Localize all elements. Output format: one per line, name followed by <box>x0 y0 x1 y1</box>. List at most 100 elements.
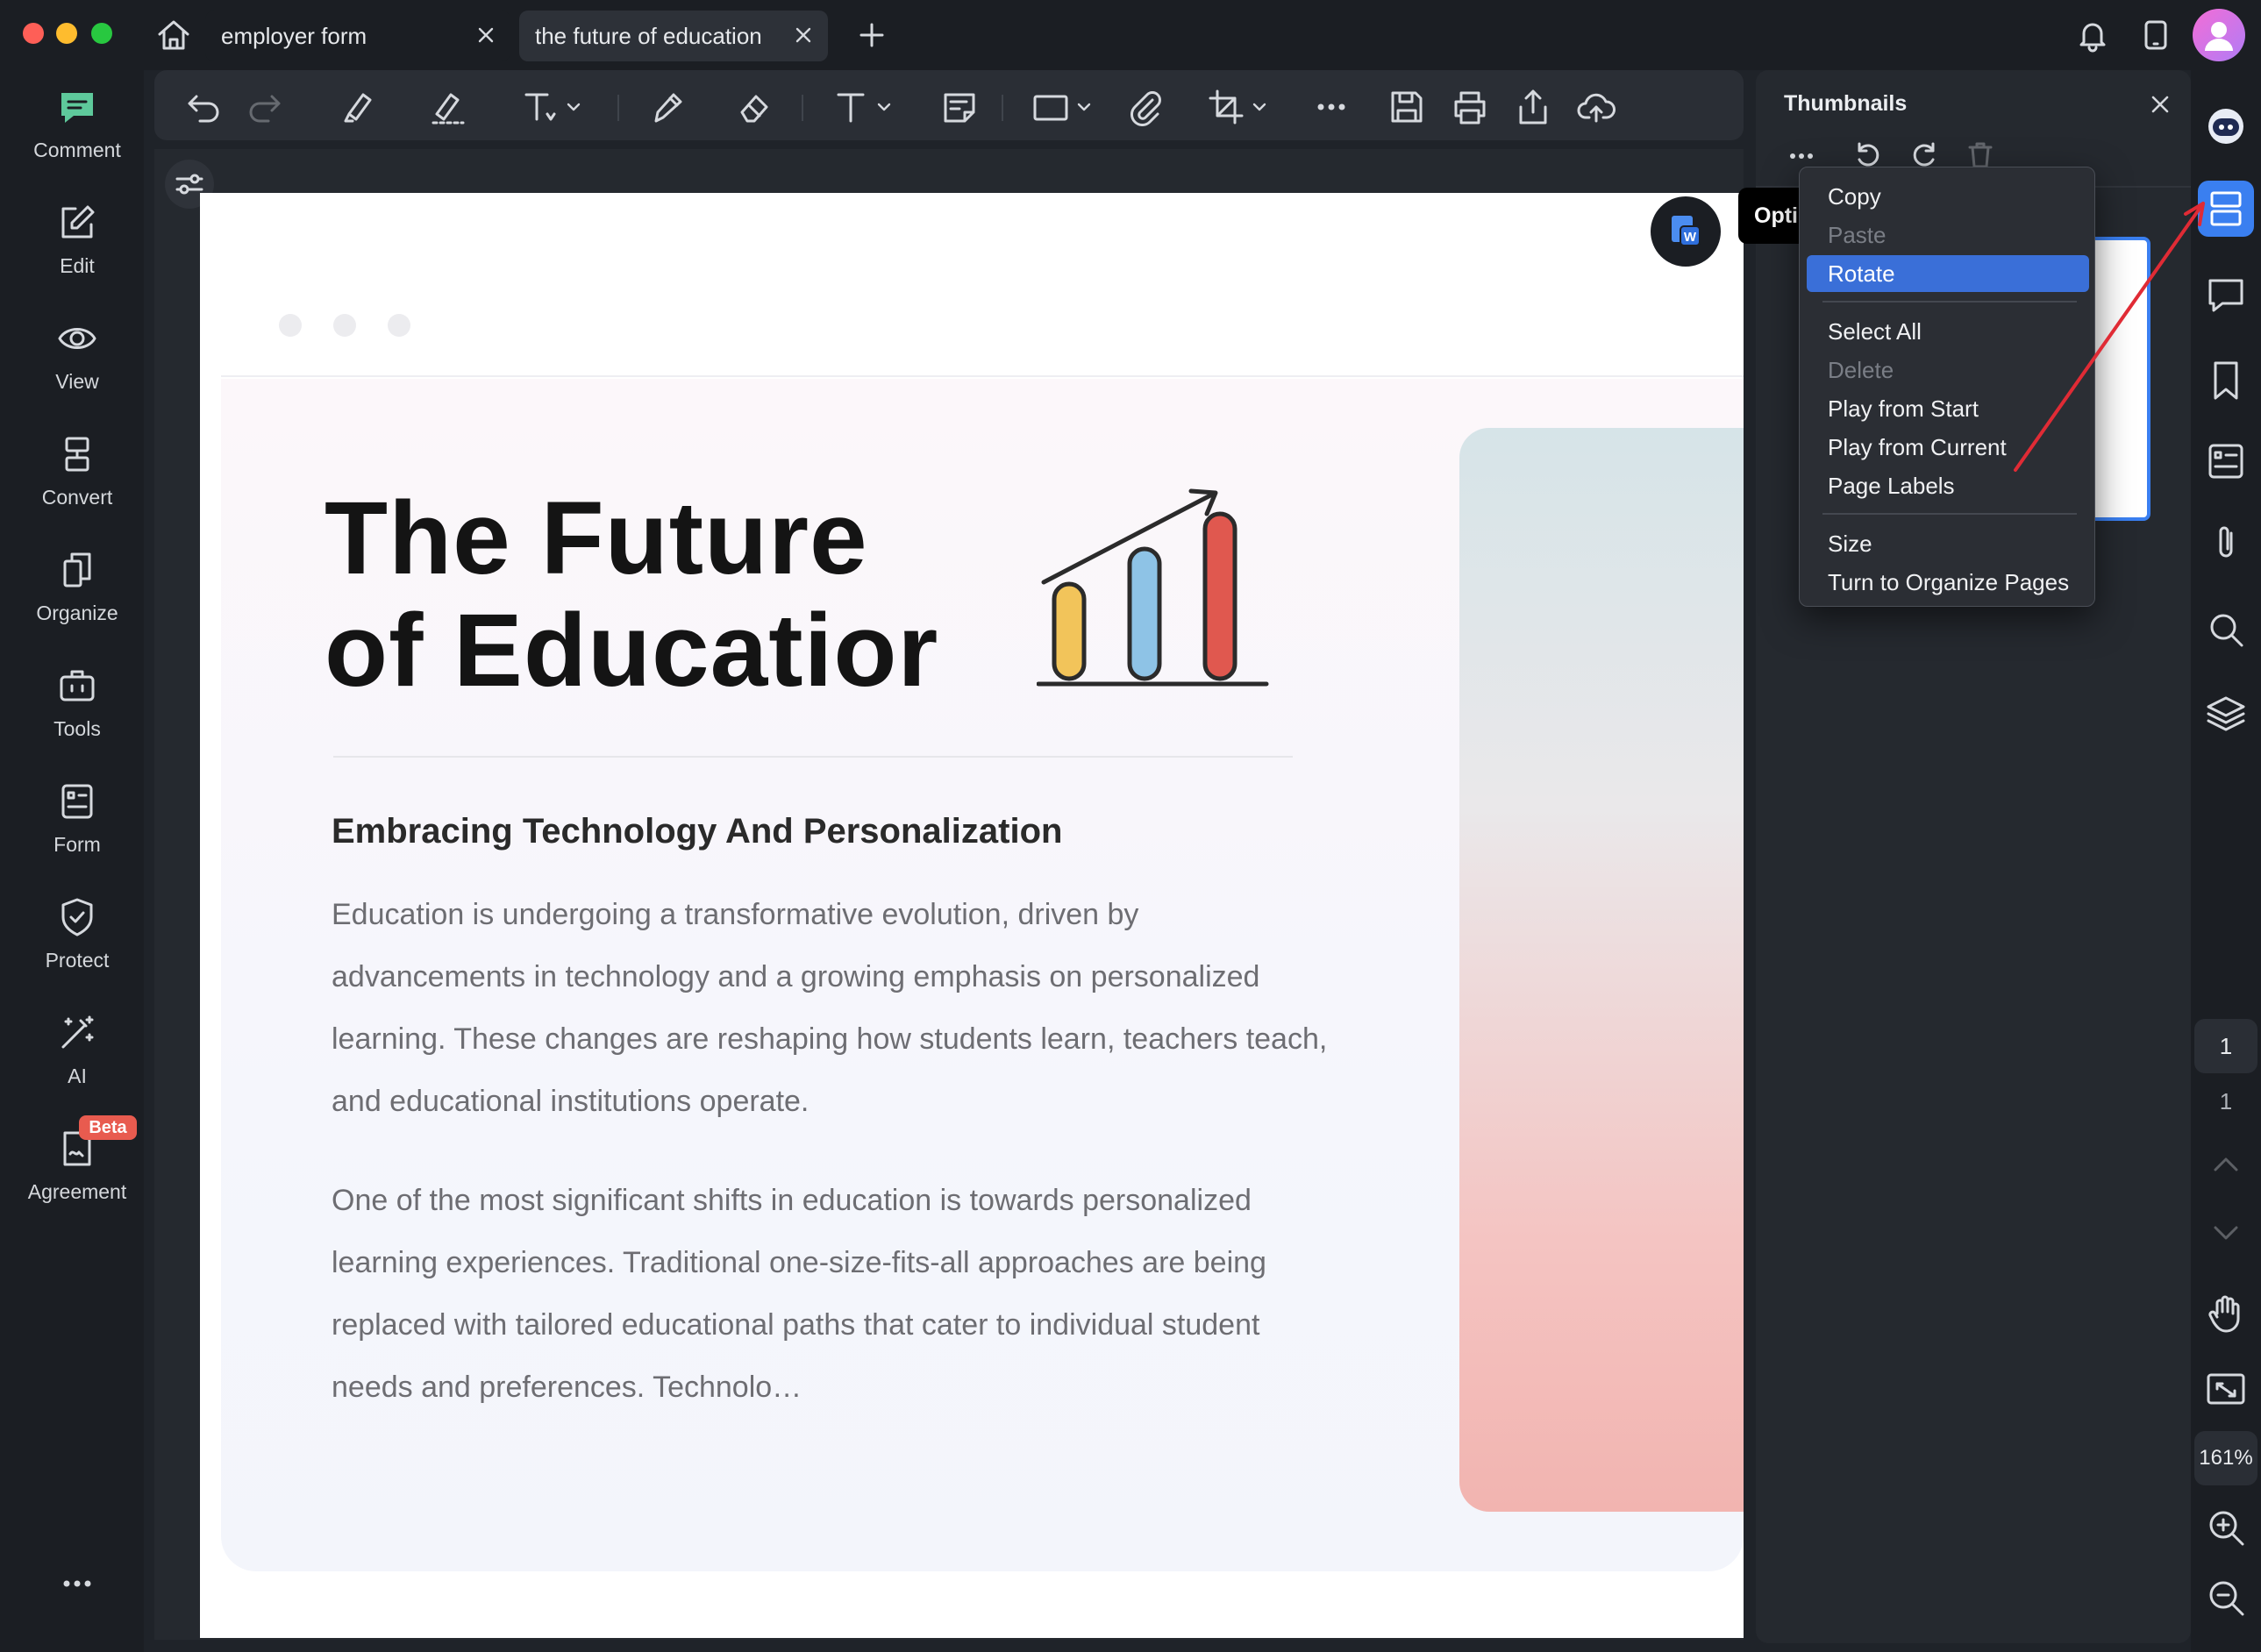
sidebar-item-label: Organize <box>36 602 118 624</box>
hero-image <box>1459 428 1744 1512</box>
toolbar <box>154 70 1744 140</box>
rotate-left-icon[interactable] <box>1852 139 1884 170</box>
zoom-window-button[interactable] <box>91 23 112 44</box>
attachments-icon[interactable] <box>2203 521 2249 566</box>
beta-badge: Beta <box>79 1115 137 1140</box>
chevron-down-icon[interactable] <box>1075 98 1093 116</box>
sidebar-item-protect[interactable]: Protect <box>0 880 154 986</box>
bar-chart-icon <box>1037 472 1273 691</box>
trash-icon[interactable] <box>1965 139 1996 170</box>
sidebar-item-tools[interactable]: Tools <box>0 649 154 754</box>
sticky-note-icon[interactable] <box>940 88 979 126</box>
edit-icon <box>56 202 98 244</box>
panel-title: Thumbnails <box>1784 91 1908 116</box>
sidebar-item-convert[interactable]: Convert <box>0 417 154 523</box>
close-icon[interactable] <box>2147 91 2173 117</box>
redo-icon[interactable] <box>246 88 284 126</box>
chevron-up-icon[interactable] <box>2208 1147 2243 1182</box>
tab-future-of-education[interactable]: the future of education <box>519 11 828 61</box>
doc-title: The Future of Educatior <box>325 481 939 709</box>
sidebar-item-label: Agreement <box>27 1180 127 1203</box>
menu-item-size[interactable]: Size <box>1807 525 2089 562</box>
cloud-upload-icon[interactable] <box>1577 88 1616 126</box>
avatar[interactable] <box>2193 9 2245 61</box>
hand-tool-icon[interactable] <box>2203 1291 2249 1336</box>
share-icon[interactable] <box>1514 88 1552 126</box>
zoom-level[interactable]: 161% <box>2194 1431 2257 1485</box>
ai-assistant-icon[interactable] <box>2203 103 2249 149</box>
search-icon[interactable] <box>2203 607 2249 652</box>
text-markup-icon[interactable] <box>521 88 560 126</box>
current-page-input[interactable]: 1 <box>2194 1019 2257 1073</box>
chevron-down-icon[interactable] <box>875 98 893 116</box>
sidebar-item-label: Protect <box>45 949 110 972</box>
chevron-down-icon[interactable] <box>565 98 582 116</box>
layers-icon[interactable] <box>2203 691 2249 737</box>
window-dot <box>279 314 302 337</box>
sidebar-item-comment[interactable]: Comment <box>0 70 154 175</box>
sidebar-item-organize[interactable]: Organize <box>0 533 154 638</box>
area-highlight-icon[interactable] <box>428 88 467 126</box>
form-icon <box>56 780 98 822</box>
close-icon[interactable] <box>475 25 496 46</box>
shield-icon <box>56 896 98 938</box>
sidebar-item-form[interactable]: Form <box>0 765 154 870</box>
doc-browser-header <box>221 193 1744 377</box>
more-tools-icon[interactable] <box>1312 88 1351 126</box>
device-icon[interactable] <box>2138 18 2173 53</box>
sidebar-item-label: View <box>55 370 99 393</box>
svg-text:W: W <box>1684 230 1697 245</box>
title-bar: employer form the future of education <box>0 0 2261 70</box>
menu-item-turn-to-organize-pages[interactable]: Turn to Organize Pages <box>1807 564 2089 601</box>
sidebar-item-label: AI <box>68 1065 87 1087</box>
sidebar-item-label: Convert <box>41 486 113 509</box>
home-icon[interactable] <box>154 16 193 54</box>
tab-employer-form[interactable]: employer form <box>205 11 510 61</box>
eye-icon <box>56 317 98 360</box>
word-icon: W <box>1672 216 1701 246</box>
chevron-down-icon[interactable] <box>2208 1215 2243 1250</box>
left-sidebar: Comment Edit View Convert Organize Tools <box>0 70 144 1652</box>
window-dot <box>388 314 410 337</box>
sidebar-item-label: Edit <box>60 254 95 277</box>
doc-subtitle: Embracing Technology And Personalization <box>332 812 1063 851</box>
zoom-in-icon[interactable] <box>2203 1505 2249 1550</box>
pencil-icon[interactable] <box>647 88 686 126</box>
annotation-arrow <box>2014 202 2205 472</box>
attachment-icon[interactable] <box>1126 88 1165 126</box>
document-page: The Future of Educatior Embracing Techno… <box>200 193 1744 1638</box>
convert-icon <box>56 433 98 475</box>
tab-label: employer form <box>221 22 367 49</box>
menu-separator <box>1822 513 2077 515</box>
rectangle-icon[interactable] <box>1031 88 1070 126</box>
sidebar-item-ai[interactable]: AI <box>0 996 154 1101</box>
sidebar-item-view[interactable]: View <box>0 302 154 407</box>
zoom-out-icon[interactable] <box>2203 1575 2249 1620</box>
eraser-icon[interactable] <box>735 88 774 126</box>
sidebar-item-label: Comment <box>33 139 121 161</box>
text-icon[interactable] <box>831 88 870 126</box>
new-tab-icon[interactable] <box>856 19 888 51</box>
undo-icon[interactable] <box>184 88 223 126</box>
fit-page-icon[interactable] <box>2203 1366 2249 1412</box>
sidebar-item-edit[interactable]: Edit <box>0 186 154 291</box>
highlighter-icon[interactable] <box>339 88 377 126</box>
tab-label: the future of education <box>535 22 762 49</box>
crop-icon[interactable] <box>1207 88 1245 126</box>
chevron-down-icon[interactable] <box>1251 98 1268 116</box>
total-pages: 1 <box>2219 1088 2233 1114</box>
sidebar-item-label: Form <box>53 833 101 856</box>
close-window-button[interactable] <box>23 23 44 44</box>
close-icon[interactable] <box>793 25 814 46</box>
rotate-right-icon[interactable] <box>1908 139 1940 170</box>
minimize-window-button[interactable] <box>56 23 77 44</box>
save-icon[interactable] <box>1387 88 1426 126</box>
convert-to-word-button[interactable]: W <box>1651 196 1721 267</box>
toolbox-icon <box>56 665 98 707</box>
sidebar-item-label: Tools <box>53 717 101 740</box>
magic-wand-icon <box>56 1012 98 1054</box>
bell-icon[interactable] <box>2075 18 2110 53</box>
print-icon[interactable] <box>1451 88 1489 126</box>
more-icon[interactable] <box>60 1575 95 1592</box>
window-dot <box>333 314 356 337</box>
